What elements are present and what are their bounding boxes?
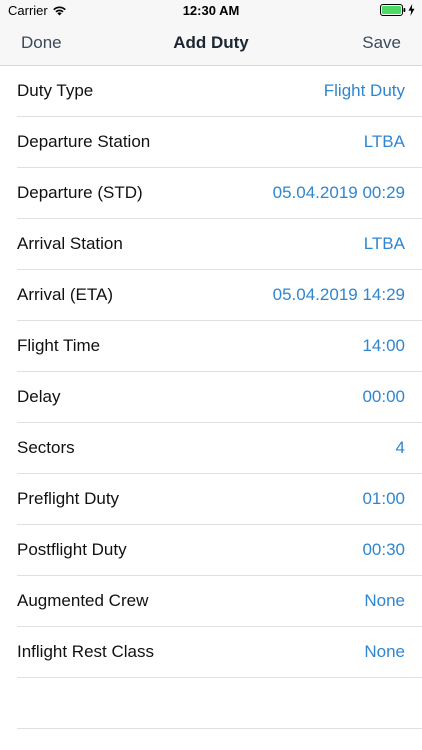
row-label: Preflight Duty [17,489,120,508]
row-preflight-duty[interactable]: Preflight Duty 01:00 [0,474,422,525]
row-value: None [364,591,405,610]
row-duty-type[interactable]: Duty Type Flight Duty [0,66,422,117]
status-battery-group [380,4,415,16]
row-postflight-duty[interactable]: Postflight Duty 00:30 [0,525,422,576]
row-value: 14:00 [362,336,405,355]
empty-row [0,678,422,729]
row-label: Augmented Crew [17,591,149,610]
battery-icon [380,4,406,16]
row-value: Flight Duty [323,81,405,100]
row-value: None [364,642,405,661]
row-value: LTBA [363,132,405,151]
row-value: 4 [395,438,405,457]
row-departure-std[interactable]: Departure (STD) 05.04.2019 00:29 [0,168,422,219]
row-delay[interactable]: Delay 00:00 [0,372,422,423]
row-value: 00:30 [362,540,405,559]
page-title: Add Duty [173,33,249,52]
row-label: Sectors [17,438,75,457]
row-label: Arrival Station [17,234,123,253]
row-label: Departure Station [17,132,151,151]
row-departure-station[interactable]: Departure Station LTBA [0,117,422,168]
row-augmented-crew[interactable]: Augmented Crew None [0,576,422,627]
row-inflight-rest-class[interactable]: Inflight Rest Class None [0,627,422,678]
save-button[interactable]: Save [362,33,401,53]
row-label: Inflight Rest Class [17,642,154,661]
duty-form-list: Duty Type Flight Duty Departure Station … [0,66,422,729]
row-label: Arrival (ETA) [17,285,114,304]
row-value: 00:00 [362,387,405,406]
row-label: Duty Type [17,81,94,100]
row-label: Delay [17,387,61,406]
row-arrival-station[interactable]: Arrival Station LTBA [0,219,422,270]
row-value: 05.04.2019 14:29 [272,285,405,304]
status-time: 12:30 AM [182,3,240,18]
row-flight-time[interactable]: Flight Time 14:00 [0,321,422,372]
row-label: Departure (STD) [17,183,143,202]
row-sectors[interactable]: Sectors 4 [0,423,422,474]
row-value: 01:00 [362,489,405,508]
status-bar: Carrier 12:30 AM [0,0,422,22]
navigation-bar: Done Add Duty Save [0,22,422,66]
row-label: Postflight Duty [17,540,127,559]
row-arrival-eta[interactable]: Arrival (ETA) 05.04.2019 14:29 [0,270,422,321]
row-value: LTBA [363,234,405,253]
row-label: Flight Time [17,336,101,355]
charging-bolt-icon [408,4,415,16]
row-value: 05.04.2019 00:29 [272,183,405,202]
